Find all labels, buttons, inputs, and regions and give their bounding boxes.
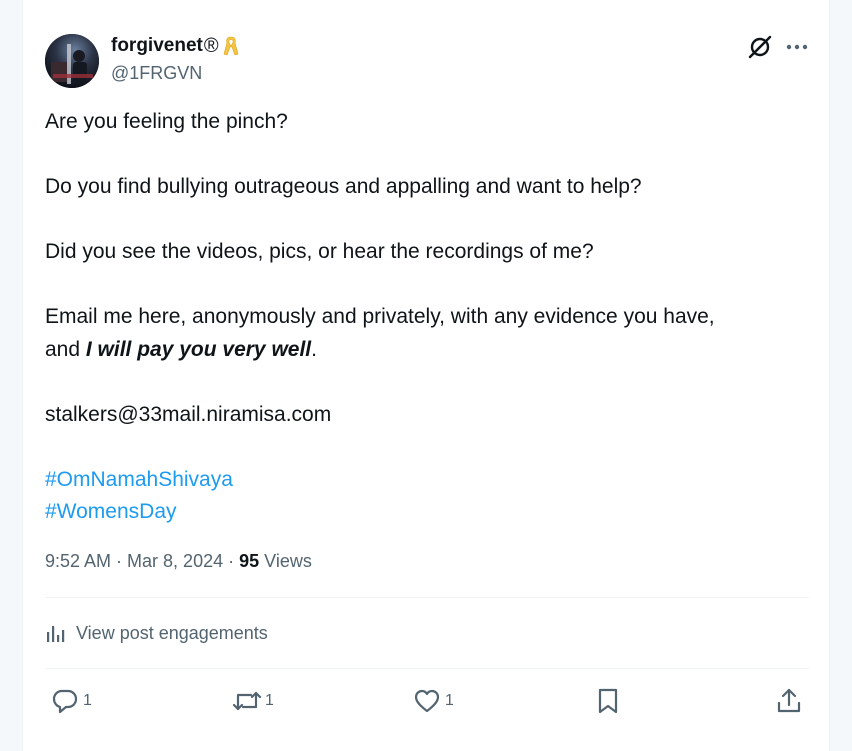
more-icon[interactable] <box>785 36 809 58</box>
repost-icon <box>232 691 262 711</box>
author-name[interactable]: forgivenet ® <box>111 34 241 58</box>
reply-button[interactable]: 1 <box>51 684 92 718</box>
repost-button[interactable]: 1 <box>231 684 274 718</box>
avatar[interactable] <box>45 34 99 88</box>
post-meta: 9:52 AM · Mar 8, 2024 · 95 Views <box>45 548 312 574</box>
post-text-fragment: and <box>45 337 86 361</box>
post-text: Are you feeling the pinch? Do you find b… <box>45 106 805 529</box>
divider <box>45 597 809 598</box>
repost-count: 1 <box>265 692 274 709</box>
divider <box>45 668 809 669</box>
post-line: Did you see the videos, pics, or hear th… <box>45 240 594 263</box>
post-line: and I will pay you very well. <box>45 334 805 367</box>
avatar-image <box>45 34 99 88</box>
post-line: Are you feeling the pinch? <box>45 110 288 133</box>
post-card: forgivenet ® @1FRGVN Are you feeling the … <box>22 0 830 751</box>
share-icon <box>777 688 801 713</box>
views-count: 95 <box>239 551 260 571</box>
post-text-fragment: . <box>311 337 317 361</box>
like-button[interactable]: 1 <box>413 684 454 718</box>
view-engagements-button[interactable]: View post engagements <box>45 620 268 646</box>
grok-icon[interactable] <box>747 34 773 60</box>
views-label: Views <box>259 551 312 571</box>
post-email: stalkers@33mail.niramisa.com <box>45 402 332 426</box>
meta-separator: · <box>111 551 128 571</box>
awareness-ribbon-icon <box>223 36 238 56</box>
post-time[interactable]: 9:52 AM <box>45 551 111 571</box>
heart-icon <box>414 689 440 713</box>
author-display-name: forgivenet <box>111 35 203 56</box>
reply-count: 1 <box>83 692 92 709</box>
bookmark-button[interactable] <box>595 684 621 718</box>
share-button[interactable] <box>775 684 803 718</box>
post-emphasis: I will pay you very well <box>85 337 312 361</box>
registered-mark: ® <box>203 35 219 57</box>
post-date[interactable]: Mar 8, 2024 <box>127 551 223 571</box>
view-engagements-label: View post engagements <box>76 623 268 643</box>
analytics-icon <box>47 626 65 642</box>
hashtag-link[interactable]: #WomensDay <box>45 496 805 529</box>
reply-icon <box>52 689 78 714</box>
like-count: 1 <box>445 692 454 709</box>
hashtag-link[interactable]: #OmNamahShivaya <box>45 464 805 497</box>
author-handle[interactable]: @1FRGVN <box>111 62 202 84</box>
meta-separator: · <box>223 551 240 571</box>
post-line: Do you find bullying outrageous and appa… <box>45 175 642 198</box>
post-line: Email me here, anonymously and privately… <box>45 305 715 328</box>
bookmark-icon <box>598 688 618 714</box>
